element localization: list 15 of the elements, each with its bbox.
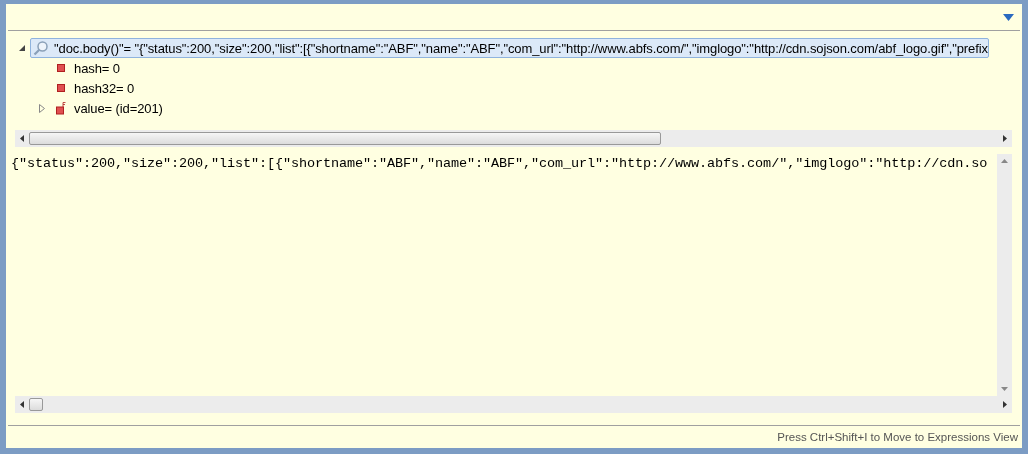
status-text: Press Ctrl+Shift+I to Move to Expressions View xyxy=(777,431,1018,443)
dropdown-icon[interactable] xyxy=(1003,13,1014,21)
tree-item[interactable]: "doc.body()"= "{"status":200,"size":200,"list":[{"shortname":"ABF","name":"ABF","com_url":"http://www.abfs.com/","imglogo":"http://cdn.sojson.com/abf_logo.gif","prefix xyxy=(30,38,989,58)
expanded-icon[interactable] xyxy=(18,44,26,52)
scrollbar-thumb[interactable] xyxy=(29,398,43,411)
scrollbar-thumb[interactable] xyxy=(29,132,661,145)
detail-text: {"status":200,"size":200,"list":[{"shortname":"ABF","name":"ABF","com_url":"http://www.abfs.com/","imglogo":"http://cdn.so xyxy=(11,156,988,171)
collapsed-icon[interactable] xyxy=(38,103,46,113)
field-icon xyxy=(57,64,65,72)
search-icon xyxy=(33,40,49,56)
final-field-icon xyxy=(56,101,66,115)
tree-item[interactable]: hash= 0 xyxy=(50,58,121,78)
field-icon xyxy=(57,84,65,92)
tree-item[interactable]: value= (id=201) xyxy=(50,98,164,118)
tree-item[interactable]: hash32= 0 xyxy=(50,78,136,98)
